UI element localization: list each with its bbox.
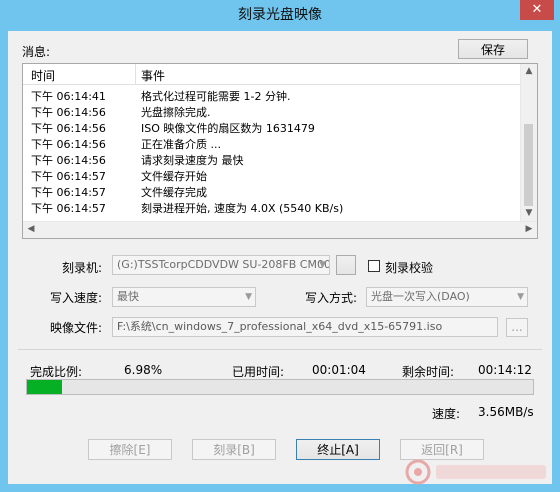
burner-select[interactable]: (G:)TSSTcorpCDDVDW SU-208FB CM00 ▼ xyxy=(112,255,330,275)
verify-checkbox[interactable] xyxy=(368,260,380,272)
log-event: 格式化过程可能需要 1-2 分钟. xyxy=(141,90,291,103)
burner-label: 刻录机: xyxy=(62,261,103,275)
chevron-down-icon: ▼ xyxy=(319,260,326,270)
elapsed-value: 00:01:04 xyxy=(312,363,366,377)
percent-label: 完成比例: xyxy=(30,365,83,379)
chevron-down-icon: ▼ xyxy=(245,292,252,302)
erase-button[interactable]: 擦除[E] xyxy=(88,439,172,460)
log-row[interactable]: 下午 06:14:56 ISO 映像文件的扇区数为 1631479 xyxy=(23,120,523,136)
log-time: 下午 06:14:41 xyxy=(31,90,106,103)
log-event: 正在准备介质 ... xyxy=(141,138,221,151)
vertical-scroll-thumb[interactable] xyxy=(524,124,533,206)
log-time: 下午 06:14:57 xyxy=(31,202,106,215)
write-mode-select[interactable]: 光盘一次写入(DAO) ▼ xyxy=(366,287,528,307)
remaining-label: 剩余时间: xyxy=(402,365,455,379)
write-speed-value: 最快 xyxy=(117,290,139,303)
log-header: 时间 事件 xyxy=(23,64,523,85)
log-event: 文件缓存开始 xyxy=(141,170,207,183)
scroll-up-icon[interactable]: ▲ xyxy=(521,66,537,76)
browse-button[interactable]: ... xyxy=(506,318,528,337)
column-time[interactable]: 时间 xyxy=(31,67,55,84)
write-speed-select[interactable]: 最快 ▼ xyxy=(112,287,256,307)
write-mode-value: 光盘一次写入(DAO) xyxy=(371,290,470,303)
log-event: ISO 映像文件的扇区数为 1631479 xyxy=(141,122,315,135)
log-time: 下午 06:14:56 xyxy=(31,122,106,135)
chevron-down-icon: ▼ xyxy=(517,292,524,302)
speed-value: 3.56MB/s xyxy=(478,405,534,419)
vertical-scrollbar[interactable]: ▲ ▼ xyxy=(520,64,537,222)
burner-options-button[interactable] xyxy=(336,255,356,275)
scroll-down-icon[interactable]: ▼ xyxy=(521,208,537,218)
separator xyxy=(18,349,542,350)
log-event: 请求刻录速度为 最快 xyxy=(141,154,244,167)
stop-button[interactable]: 终止[A] xyxy=(296,439,380,460)
messages-label: 消息: xyxy=(22,45,51,59)
dialog-body: 消息: 保存 时间 事件 下午 06:14:41 格式化过程可能需要 1-2 分钟… xyxy=(8,31,552,484)
log-row[interactable]: 下午 06:14:56 光盘擦除完成. xyxy=(23,104,523,120)
scroll-left-icon[interactable]: ◀ xyxy=(23,224,39,234)
save-button[interactable]: 保存 xyxy=(458,39,528,59)
log-time: 下午 06:14:57 xyxy=(31,170,106,183)
image-file-field[interactable]: F:\系统\cn_windows_7_professional_x64_dvd_… xyxy=(112,317,498,337)
message-log[interactable]: 时间 事件 下午 06:14:41 格式化过程可能需要 1-2 分钟. 下午 06:… xyxy=(22,63,538,239)
close-button[interactable]: ✕ xyxy=(520,0,554,20)
log-time: 下午 06:14:56 xyxy=(31,154,106,167)
elapsed-label: 已用时间: xyxy=(232,365,285,379)
write-speed-label: 写入速度: xyxy=(50,291,103,305)
progress-bar xyxy=(26,379,534,395)
log-time: 下午 06:14:57 xyxy=(31,186,106,199)
log-row[interactable]: 下午 06:14:56 请求刻录速度为 最快 xyxy=(23,152,523,168)
horizontal-scrollbar[interactable]: ◀ ▶ xyxy=(23,221,537,238)
column-event[interactable]: 事件 xyxy=(141,67,165,84)
log-row[interactable]: 下午 06:14:57 文件缓存完成 xyxy=(23,184,523,200)
log-row[interactable]: 下午 06:14:41 格式化过程可能需要 1-2 分钟. xyxy=(23,88,523,104)
window-title: 刻录光盘映像 xyxy=(238,7,322,23)
burn-button[interactable]: 刻录[B] xyxy=(192,439,276,460)
log-row[interactable]: 下午 06:14:57 文件缓存开始 xyxy=(23,168,523,184)
log-time: 下午 06:14:56 xyxy=(31,138,106,151)
log-event: 文件缓存完成 xyxy=(141,186,207,199)
verify-label: 刻录校验 xyxy=(385,261,434,275)
image-file-label: 映像文件: xyxy=(50,321,103,335)
speed-label: 速度: xyxy=(432,407,461,421)
log-time: 下午 06:14:56 xyxy=(31,106,106,119)
scroll-right-icon[interactable]: ▶ xyxy=(521,224,537,234)
watermark-logo xyxy=(405,459,546,485)
log-event: 刻录进程开始, 速度为 4.0X (5540 KB/s) xyxy=(141,202,344,215)
log-event: 光盘擦除完成. xyxy=(141,106,211,119)
burner-value: (G:)TSSTcorpCDDVDW SU-208FB CM00 xyxy=(117,258,330,271)
write-mode-label: 写入方式: xyxy=(305,291,358,305)
percent-value: 6.98% xyxy=(124,363,163,377)
log-row[interactable]: 下午 06:14:56 正在准备介质 ... xyxy=(23,136,523,152)
remaining-value: 00:14:12 xyxy=(478,363,532,377)
burn-disc-image-window: 刻录光盘映像 ✕ 消息: 保存 时间 事件 下午 06:14:41 格式化过程可能… xyxy=(0,0,560,492)
log-row[interactable]: 下午 06:14:57 刻录进程开始, 速度为 4.0X (5540 KB/s) xyxy=(23,200,523,216)
progress-fill xyxy=(27,380,63,394)
